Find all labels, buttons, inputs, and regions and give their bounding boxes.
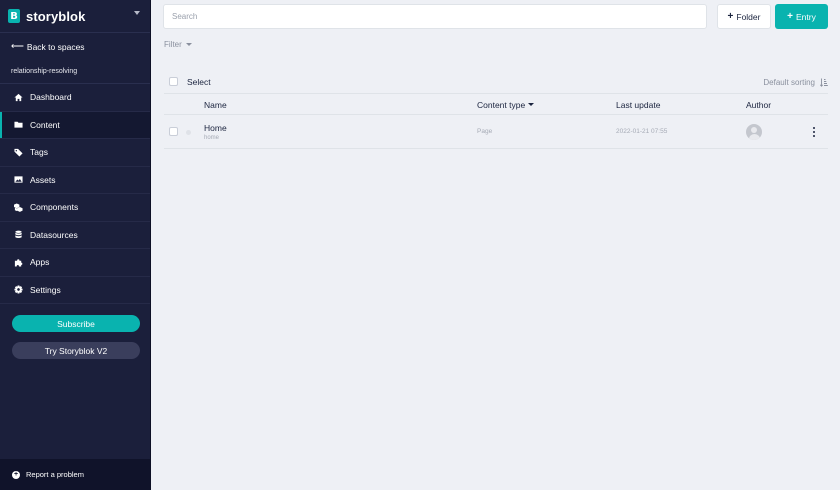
database-icon <box>14 230 23 239</box>
home-icon <box>14 93 23 102</box>
chevron-down-icon <box>185 43 192 46</box>
table-header: Name Content type Last update Author <box>164 94 828 115</box>
plus-circle-icon: + <box>12 470 20 479</box>
select-label: Select <box>187 76 211 87</box>
sidebar-item-dashboard[interactable]: Dashboard <box>0 84 151 112</box>
chevron-down-icon[interactable] <box>134 11 140 15</box>
plus-icon: + <box>787 10 793 22</box>
add-folder-button[interactable]: + Folder <box>717 4 771 29</box>
sidebar-item-content[interactable]: Content <box>0 111 151 139</box>
back-to-spaces-link[interactable]: ⟵ Back to spaces <box>0 34 151 59</box>
brand-header[interactable]: B storyblok <box>0 0 151 33</box>
more-options-icon[interactable] <box>812 127 816 137</box>
tags-icon <box>14 148 23 157</box>
brand-name: storyblok <box>26 8 86 24</box>
column-content-type[interactable]: Content type <box>477 94 535 115</box>
sidebar: B storyblok ⟵ Back to spaces relationshi… <box>0 0 151 490</box>
select-bar: Select Default sorting <box>164 70 828 94</box>
entry-last-update: 2022-01-21 07:55 <box>616 128 668 135</box>
subscribe-button[interactable]: Subscribe <box>12 315 140 332</box>
entry-name-cell[interactable]: Home home <box>204 123 227 141</box>
column-author[interactable]: Author <box>746 94 771 115</box>
table-row[interactable]: Home home Page 2022-01-21 07:55 <box>164 115 828 149</box>
report-problem-link[interactable]: + Report a problem <box>0 459 151 490</box>
sidebar-item-assets[interactable]: Assets <box>0 167 151 194</box>
space-name: relationship-resolving <box>0 59 151 84</box>
sort-icon <box>820 78 828 87</box>
plus-icon: + <box>727 10 734 22</box>
column-last-update[interactable]: Last update <box>616 94 660 115</box>
sidebar-item-components[interactable]: Components <box>0 194 151 222</box>
try-storyblok-v2-button[interactable]: Try Storyblok V2 <box>12 342 140 359</box>
storyblok-logo-icon: B <box>8 9 20 23</box>
sorting-dropdown[interactable]: Default sorting <box>763 70 828 94</box>
folder-icon <box>14 120 23 129</box>
select-all-checkbox[interactable] <box>169 77 178 86</box>
status-dot-icon <box>186 129 191 135</box>
search-input[interactable] <box>163 4 707 29</box>
sidebar-item-tags[interactable]: Tags <box>0 139 151 167</box>
filter-toggle[interactable]: Filter <box>164 40 192 49</box>
chevron-down-icon <box>528 103 535 106</box>
entry-name: Home <box>204 123 227 133</box>
column-name[interactable]: Name <box>204 94 227 115</box>
sidebar-item-settings[interactable]: Settings <box>0 277 151 304</box>
cubes-icon <box>14 203 23 212</box>
puzzle-icon <box>14 258 23 267</box>
gear-icon <box>14 285 23 294</box>
image-icon <box>14 175 23 184</box>
arrow-left-icon: ⟵ <box>11 41 24 51</box>
sidebar-item-datasources[interactable]: Datasources <box>0 222 151 249</box>
sidebar-item-apps[interactable]: Apps <box>0 249 151 277</box>
entry-content-type: Page <box>477 128 493 135</box>
avatar <box>746 124 762 140</box>
add-entry-button[interactable]: + Entry <box>775 4 828 29</box>
entry-slug: home <box>204 135 220 141</box>
row-checkbox[interactable] <box>169 127 178 136</box>
